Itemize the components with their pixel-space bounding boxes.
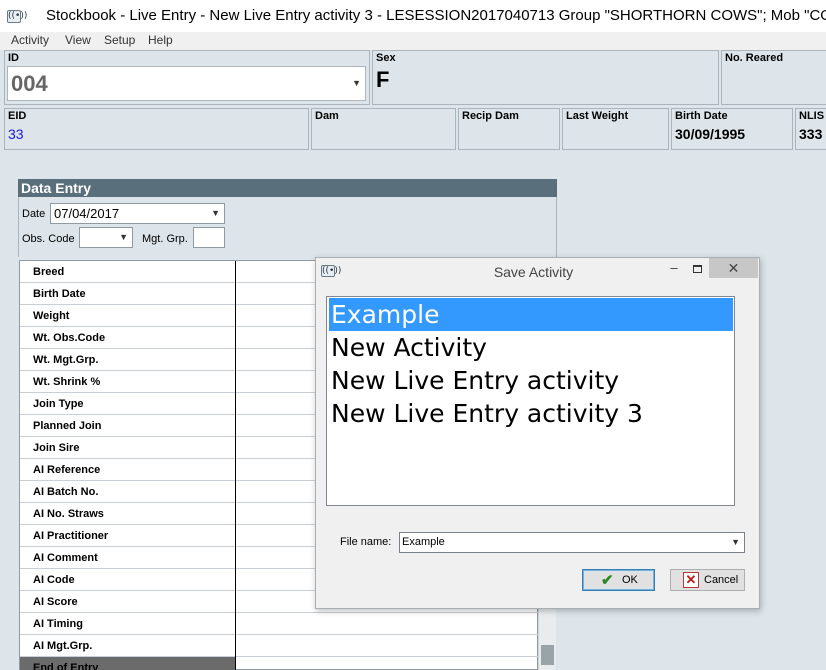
ok-button[interactable]: ✔ OK	[582, 569, 655, 591]
grid-row-label: Weight	[20, 305, 236, 327]
grid-row[interactable]: AI Mgt.Grp.	[20, 635, 538, 657]
id-dropdown[interactable]: 004 ▼	[7, 66, 366, 101]
grid-row-label: AI Timing	[20, 613, 236, 635]
save-activity-dialog: ((•)) Save Activity – ✕ Example New Activ…	[315, 257, 760, 609]
date-dropdown[interactable]: 07/04/2017 ▼	[50, 203, 225, 224]
grid-row-label: AI Reference	[20, 459, 236, 481]
end-of-entry-label: End of Entry	[20, 657, 236, 670]
date-value: 07/04/2017	[54, 206, 120, 221]
birth-date-label: Birth Date	[675, 110, 728, 122]
check-icon: ✔	[601, 572, 614, 589]
id-label: ID	[8, 52, 19, 64]
recip-dam-label: Recip Dam	[462, 110, 519, 122]
menu-bar: Activity View Setup Help	[0, 32, 826, 50]
last-weight-panel: Last Weight	[562, 108, 669, 150]
dam-panel: Dam	[311, 108, 456, 150]
date-label: Date	[22, 208, 46, 220]
data-entry-form: Date 07/04/2017 ▼ Obs. Code ▼ Mgt. Grp.	[18, 197, 557, 257]
ok-label: OK	[622, 574, 638, 586]
grid-row-label: AI Mgt.Grp.	[20, 635, 236, 657]
mgt-grp-input[interactable]	[193, 227, 225, 248]
menu-setup[interactable]: Setup	[104, 33, 135, 47]
menu-view[interactable]: View	[65, 33, 91, 47]
obs-code-dropdown[interactable]: ▼	[79, 227, 133, 248]
grid-row-label: Wt. Mgt.Grp.	[20, 349, 236, 371]
menu-activity[interactable]: Activity	[11, 33, 49, 47]
sex-panel: Sex F	[372, 50, 719, 105]
cancel-button[interactable]: ✕ Cancel	[670, 569, 745, 591]
nlis-label: NLIS I	[799, 110, 826, 122]
grid-row-label: AI No. Straws	[20, 503, 236, 525]
chevron-down-icon[interactable]: ▼	[211, 208, 220, 218]
grid-row-label: Wt. Shrink %	[20, 371, 236, 393]
title-bar: ((•)) Stockbook - Live Entry - New Live …	[0, 0, 826, 32]
file-name-label: File name:	[340, 536, 392, 548]
obs-code-label: Obs. Code	[22, 233, 75, 245]
grid-row-label: Join Sire	[20, 437, 236, 459]
birth-date-panel: Birth Date 30/09/1995	[671, 108, 793, 150]
chevron-down-icon[interactable]: ▼	[352, 78, 361, 88]
scrollbar-thumb[interactable]	[541, 645, 554, 665]
birth-date-value: 30/09/1995	[675, 126, 746, 142]
maximize-icon	[692, 265, 702, 273]
activity-list-item[interactable]: Example	[329, 298, 733, 331]
sex-label: Sex	[376, 52, 396, 64]
minimize-button[interactable]: –	[663, 260, 685, 280]
eid-label: EID	[8, 110, 27, 122]
activity-list-item[interactable]: New Activity	[329, 331, 733, 364]
grid-row-label: AI Comment	[20, 547, 236, 569]
dam-label: Dam	[315, 110, 339, 122]
close-button[interactable]: ✕	[709, 258, 758, 278]
sex-value: F	[376, 67, 390, 92]
grid-end-row[interactable]: End of Entry	[20, 657, 538, 670]
grid-row-label: Planned Join	[20, 415, 236, 437]
file-name-value: Example	[402, 536, 445, 548]
file-name-combo[interactable]: Example ▼	[399, 532, 745, 553]
activity-list-item[interactable]: New Live Entry activity	[329, 364, 733, 397]
chevron-down-icon[interactable]: ▼	[119, 232, 128, 242]
window-title: Stockbook - Live Entry - New Live Entry …	[46, 7, 826, 24]
activity-list-item[interactable]: New Live Entry activity 3	[329, 397, 733, 430]
mgt-grp-label: Mgt. Grp.	[142, 233, 188, 245]
activity-list[interactable]: Example New Activity New Live Entry activi…	[326, 296, 735, 506]
grid-row-label: Join Type	[20, 393, 236, 415]
cancel-label: Cancel	[704, 574, 739, 586]
id-value: 004	[11, 71, 48, 96]
eid-panel: EID 33	[4, 108, 309, 150]
chevron-down-icon[interactable]: ▼	[731, 537, 740, 547]
recip-dam-panel: Recip Dam	[458, 108, 560, 150]
grid-row-label: Birth Date	[20, 283, 236, 305]
grid-row-label: AI Code	[20, 569, 236, 591]
nlis-panel: NLIS I 333	[795, 108, 826, 150]
menu-help[interactable]: Help	[148, 33, 173, 47]
eid-value: 33	[8, 126, 24, 142]
last-weight-label: Last Weight	[566, 110, 629, 122]
grid-row-label: Wt. Obs.Code	[20, 327, 236, 349]
app-icon[interactable]: ((•))	[7, 10, 27, 23]
no-reared-label: No. Reared	[725, 52, 784, 64]
grid-row-label: AI Batch No.	[20, 481, 236, 503]
data-entry-header: Data Entry	[18, 179, 557, 197]
grid-row-label: Breed	[20, 261, 236, 283]
grid-row-label: AI Score	[20, 591, 236, 613]
x-icon: ✕	[683, 572, 699, 588]
no-reared-panel: No. Reared	[721, 50, 826, 105]
nlis-value: 333	[799, 126, 823, 142]
maximize-button[interactable]	[686, 262, 708, 280]
grid-row[interactable]: AI Timing	[20, 613, 538, 635]
grid-row-label: AI Practitioner	[20, 525, 236, 547]
